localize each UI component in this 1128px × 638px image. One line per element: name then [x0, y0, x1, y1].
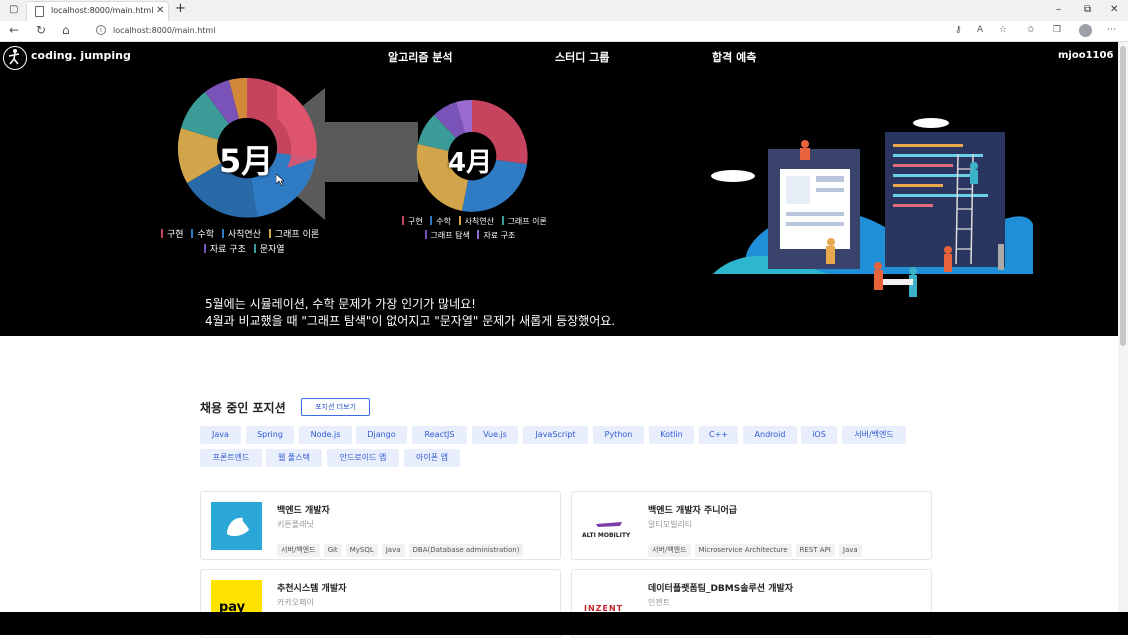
site-info-icon[interactable]: i: [96, 25, 106, 35]
url-field[interactable]: localhost:8000/main.html: [113, 26, 215, 35]
tag-reactjs[interactable]: ReactJS: [412, 426, 467, 444]
company-name: 키튼플래닛: [277, 520, 314, 529]
company-name: 카카오페이: [277, 598, 314, 607]
close-tab-icon[interactable]: ✕: [156, 5, 164, 16]
scrollbar-thumb[interactable]: [1120, 46, 1126, 346]
developer-illustration: [711, 118, 1033, 297]
close-window-icon[interactable]: ✕: [1110, 4, 1118, 15]
browser-tab[interactable]: localhost:8000/main.html ✕: [26, 1, 169, 21]
user-name[interactable]: mjoo1106: [1058, 50, 1113, 61]
job-title: 백엔드 개발자 주니어급: [648, 506, 738, 516]
may-legend: 구현 수학 사칙연산 그래프 이론 자료 구조 문자열: [156, 228, 356, 258]
cloud-icon: [913, 118, 949, 128]
tag-android-app[interactable]: 안드로이드 앱: [327, 449, 399, 467]
april-label: 4月: [448, 148, 493, 178]
job-card[interactable]: ALTI MOBILITY 백엔드 개발자 주니어급 알티모빌리티 서버/백엔드…: [571, 491, 932, 560]
tag-vuejs[interactable]: Vue.js: [472, 426, 518, 444]
key-icon[interactable]: ⚷: [955, 25, 962, 35]
april-legend-item: 수학: [436, 217, 452, 226]
favorite-add-icon[interactable]: ☆: [999, 25, 1007, 35]
april-legend-item: 자료 구조: [483, 231, 516, 240]
may-legend-item: 수학: [197, 230, 214, 240]
april-legend-item: 그래프 탐색: [430, 231, 470, 240]
skill-list: 서버/백엔드 Git MySQL Java DBA(Database administr…: [277, 537, 527, 557]
may-label: 5月: [219, 142, 274, 180]
company-logo-text: ALTI MOBILITY: [582, 532, 631, 539]
tag-web-fullstack[interactable]: 웹 풀스택: [266, 449, 322, 467]
tag-nodejs[interactable]: Node.js: [299, 426, 352, 444]
new-tab-icon[interactable]: +: [175, 1, 186, 16]
tag-cpp[interactable]: C++: [699, 426, 738, 444]
summary-line-1: 5월에는 시뮬레이션, 수학 문제가 가장 인기가 많네요!: [205, 297, 476, 311]
company-name: 알티모빌리티: [648, 520, 693, 529]
more-positions-button[interactable]: 포지션 더보기: [301, 398, 370, 416]
section-title: 채용 중인 포지션: [200, 401, 286, 415]
tab-actions-icon[interactable]: ▢: [9, 4, 18, 15]
tag-server-backend[interactable]: 서버/백엔드: [842, 426, 906, 444]
skill-tag: 서버/백엔드: [277, 544, 320, 557]
summary-line-2: 4월과 비교했을 때 "그래프 탐색"이 없어지고 "문자열" 문제가 새롭게 …: [205, 314, 616, 328]
collections-icon[interactable]: ❐: [1053, 25, 1061, 35]
tag-ios[interactable]: iOS: [801, 426, 837, 444]
job-title: 데이터플랫폼팀_DBMS솔루션 개발자: [648, 584, 794, 594]
may-legend-item: 구현: [167, 230, 184, 240]
favorites-icon[interactable]: ✩: [1027, 25, 1035, 35]
cloud-icon: [711, 170, 755, 182]
read-aloud-icon[interactable]: A: [977, 25, 983, 35]
tag-spring[interactable]: Spring: [246, 426, 294, 444]
job-card[interactable]: 백엔드 개발자 키튼플래닛 서버/백엔드 Git MySQL Java DBA(Data…: [200, 491, 561, 560]
job-title: 백엔드 개발자: [277, 506, 330, 516]
skill-tag: Java: [381, 544, 405, 557]
skill-tag: MySQL: [345, 544, 378, 557]
refresh-icon[interactable]: ↻: [36, 23, 46, 37]
company-logo: ALTI MOBILITY: [582, 502, 633, 550]
home-icon[interactable]: ⌂: [62, 23, 70, 37]
hero-section: coding. jumping 알고리즘 분석 스터디 그룹 합격 예측 mjo…: [0, 42, 1118, 336]
april-legend-item: 사칙연산: [464, 217, 495, 226]
cursor-icon: [276, 174, 284, 186]
tag-android[interactable]: Android: [743, 426, 797, 444]
tag-django[interactable]: Django: [356, 426, 407, 444]
taskbar: [0, 612, 1128, 635]
april-legend-item: 그래프 이론: [507, 217, 547, 226]
tag-python[interactable]: Python: [593, 426, 644, 444]
company-name: 인젠트: [648, 598, 671, 607]
tag-iphone-app[interactable]: 아이폰 앱: [404, 449, 460, 467]
screen-right: [885, 132, 1005, 267]
tag-frontend[interactable]: 프론트엔드: [200, 449, 262, 467]
skill-tag: DBA(Database administration): [408, 544, 524, 557]
page-icon: [35, 6, 44, 17]
april-legend-item: 구현: [408, 217, 423, 226]
minimize-icon[interactable]: –: [1056, 4, 1061, 15]
tag-java[interactable]: Java: [200, 426, 241, 444]
profile-avatar[interactable]: [1079, 24, 1092, 37]
company-logo: [211, 502, 262, 550]
may-legend-item: 자료 구조: [209, 245, 246, 255]
tag-kotlin[interactable]: Kotlin: [649, 426, 694, 444]
positions-section: 채용 중인 포지션 포지션 더보기 Java Spring Node.js Dj…: [0, 336, 1118, 638]
browser-tab-bar: ▢ localhost:8000/main.html ✕ + – ⧉ ✕: [0, 0, 1128, 21]
back-icon[interactable]: ←: [9, 23, 19, 37]
skill-list: 서버/백엔드 Microservice Architecture REST API J…: [648, 537, 866, 557]
job-title: 추천시스템 개발자: [277, 584, 347, 594]
may-legend-item: 문자열: [259, 245, 285, 255]
skill-tag: Microservice Architecture: [694, 544, 792, 557]
tab-title: localhost:8000/main.html: [51, 6, 154, 15]
skill-tag: Java: [838, 544, 862, 557]
skill-tag: Git: [323, 544, 342, 557]
address-bar: ← ↻ ⌂ i localhost:8000/main.html ⚷ A ☆ ✩…: [0, 21, 1128, 42]
restore-icon[interactable]: ⧉: [1084, 4, 1091, 15]
skill-tag: REST API: [795, 544, 835, 557]
nav-study-group[interactable]: 스터디 그룹: [555, 49, 609, 65]
tag-javascript[interactable]: JavaScript: [523, 426, 588, 444]
may-legend-item: 사칙연산: [227, 230, 261, 240]
skill-tag: 서버/백엔드: [648, 544, 691, 557]
nav-pass-prediction[interactable]: 합격 예측: [712, 49, 756, 65]
more-menu-icon[interactable]: ⋯: [1107, 25, 1116, 35]
may-legend-item: 그래프 이론: [274, 230, 320, 240]
april-legend: 구현 수학 사칙연산 그래프 이론 그래프 탐색 자료 구조: [397, 215, 567, 243]
